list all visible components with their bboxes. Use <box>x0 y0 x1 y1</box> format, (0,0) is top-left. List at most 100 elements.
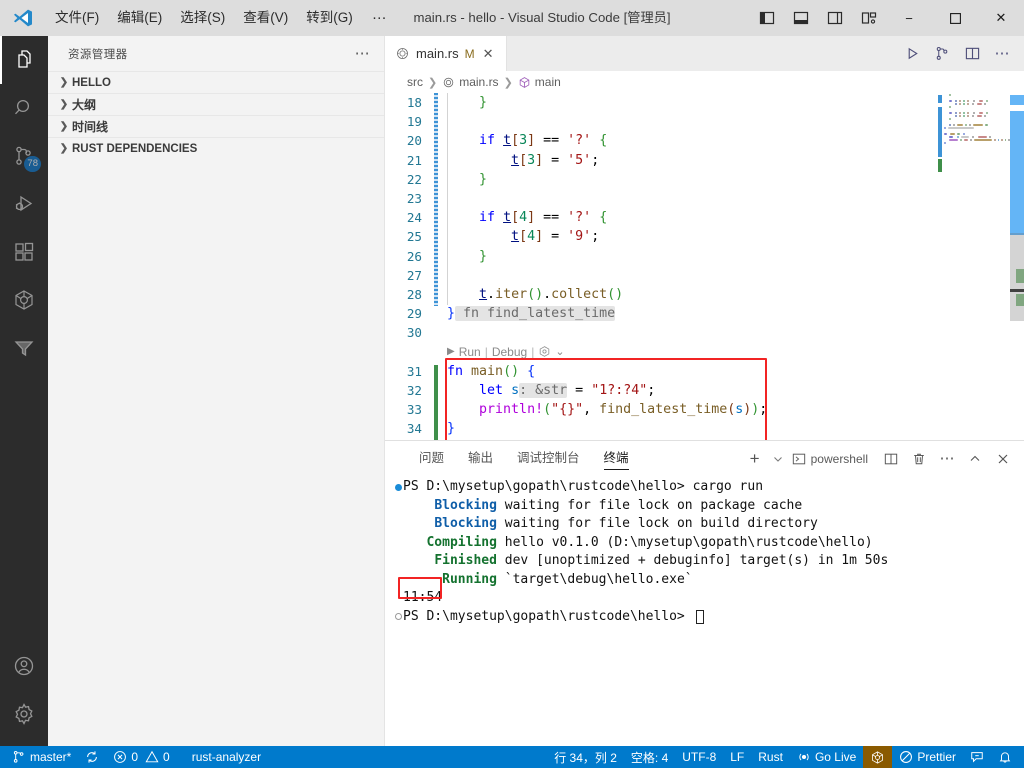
codelens-debug-link[interactable]: Debug <box>492 345 527 359</box>
chevron-down-icon[interactable]: ⌄ <box>555 345 564 358</box>
chevron-down-icon[interactable] <box>770 446 786 472</box>
code-line[interactable]: 34} <box>385 419 1024 438</box>
status-prettier[interactable]: Prettier <box>892 746 963 768</box>
activity-accounts[interactable] <box>0 642 48 690</box>
panel-tab-output[interactable]: 输出 <box>456 441 505 476</box>
status-sync[interactable] <box>78 746 106 768</box>
terminal-selector[interactable]: powershell <box>788 452 876 466</box>
menu-edit[interactable]: 编辑(E) <box>108 0 171 36</box>
breadcrumb-item-main-rs[interactable]: main.rs <box>442 75 499 89</box>
activity-source-control[interactable]: 78 <box>0 132 48 180</box>
window-maximize-button[interactable] <box>932 0 978 36</box>
code-line[interactable]: 32 let s: &str = "1?:?4"; <box>385 381 1024 400</box>
code-line-text: } fn find_latest_time <box>434 306 1024 322</box>
code-token: "{}" <box>551 401 584 417</box>
menu-more-button[interactable]: … <box>362 0 398 36</box>
plus-icon[interactable]: + <box>742 446 768 472</box>
status-indentation[interactable]: 空格: 4 <box>624 746 675 768</box>
code-line[interactable]: 18 } <box>385 93 1024 112</box>
code-line-text: t.iter().collect() <box>434 287 1024 302</box>
source-control-graph-icon[interactable] <box>928 36 956 71</box>
chevron-up-icon[interactable] <box>962 446 988 472</box>
ellipsis-icon[interactable]: ⋯ <box>988 36 1016 71</box>
sidebar-section-rust-dependencies[interactable]: ❯ RUST DEPENDENCIES <box>48 137 384 159</box>
status-rust-icon[interactable] <box>863 746 893 768</box>
toggle-panel-icon[interactable] <box>784 0 818 36</box>
code-token: 3 <box>519 133 528 149</box>
ellipsis-icon[interactable]: ⋯ <box>349 46 376 61</box>
activity-explorer[interactable] <box>0 36 48 84</box>
panel-tab-terminal[interactable]: 终端 <box>592 441 641 476</box>
editor-tab-main-rs[interactable]: main.rs M ✕ <box>385 36 507 71</box>
code-line[interactable]: 26 } <box>385 247 1024 266</box>
code-line[interactable]: 21 t[3] = '5'; <box>385 151 1024 170</box>
split-terminal-icon[interactable] <box>878 446 904 472</box>
activity-run-debug[interactable] <box>0 180 48 228</box>
run-code-button[interactable] <box>898 36 926 71</box>
code-line[interactable]: 25 t[4] = '9'; <box>385 227 1024 246</box>
menu-view[interactable]: 查看(V) <box>234 0 297 36</box>
activity-extensions[interactable] <box>0 228 48 276</box>
panel-tab-problems[interactable]: 问题 <box>407 441 456 476</box>
activity-rust-analyzer[interactable] <box>0 276 48 324</box>
code-line[interactable]: 23 <box>385 189 1024 208</box>
status-branch-label: master* <box>30 750 72 764</box>
code-line[interactable]: 30 <box>385 323 1024 342</box>
breadcrumb-item-src[interactable]: src <box>407 75 423 89</box>
toggle-secondary-sidebar-icon[interactable] <box>818 0 852 36</box>
status-language-mode[interactable]: Rust <box>751 746 790 768</box>
menu-selection[interactable]: 选择(S) <box>171 0 234 36</box>
menu-goto[interactable]: 转到(G) <box>297 0 362 36</box>
minimap[interactable] <box>938 93 1010 440</box>
scrollbar-thumb[interactable] <box>1010 233 1024 321</box>
status-go-live[interactable]: Go Live <box>790 746 863 768</box>
code-token: ] <box>527 133 536 149</box>
toggle-primary-sidebar-icon[interactable] <box>750 0 784 36</box>
code-line[interactable]: 28 t.iter().collect() <box>385 285 1024 304</box>
code-token: { <box>527 363 536 379</box>
trash-icon[interactable] <box>906 446 932 472</box>
terminal-line: 11:54 <box>385 589 1024 608</box>
code-line[interactable]: 33 println!("{}", find_latest_time(s)); <box>385 400 1024 419</box>
codelens-run-link[interactable]: Run <box>459 345 481 359</box>
menu-file[interactable]: 文件(F) <box>46 0 108 36</box>
terminal-output[interactable]: PS D:\mysetup\gopath\rustcode\hello> car… <box>385 476 1024 746</box>
code-line[interactable]: 27 <box>385 266 1024 285</box>
status-cursor-position[interactable]: 行 34，列 2 <box>547 746 624 768</box>
status-eol[interactable]: LF <box>723 746 751 768</box>
status-encoding[interactable]: UTF-8 <box>675 746 723 768</box>
status-feedback[interactable] <box>963 746 991 768</box>
play-small-icon[interactable]: ▶ <box>447 346 455 357</box>
customize-layout-icon[interactable] <box>852 0 886 36</box>
code-line[interactable]: 19 <box>385 112 1024 131</box>
close-icon[interactable]: ✕ <box>481 46 496 62</box>
sidebar-section-outline[interactable]: ❯ 大纲 <box>48 93 384 115</box>
split-editor-icon[interactable] <box>958 36 986 71</box>
status-problems[interactable]: 0 0 <box>106 746 176 768</box>
panel-tab-debug-console[interactable]: 调试控制台 <box>505 441 592 476</box>
code-editor[interactable]: 18 } 19 20 if t[3] == '?' {21 t[3] = '5'; 2… <box>385 93 1024 440</box>
breadcrumb-item-main[interactable]: main <box>518 75 561 89</box>
code-line[interactable]: 24 if t[4] == '?' { <box>385 208 1024 227</box>
window-close-button[interactable]: ✕ <box>978 0 1024 36</box>
activity-search[interactable] <box>0 84 48 132</box>
code-line[interactable]: 31 fn main() { <box>385 361 1024 380</box>
status-rust-analyzer[interactable]: rust-analyzer <box>185 746 268 768</box>
activity-todo-tree[interactable] <box>0 324 48 372</box>
status-branch[interactable]: master* <box>0 746 78 768</box>
ellipsis-icon[interactable]: ⋯ <box>934 446 960 472</box>
code-line[interactable]: 29} fn find_latest_time <box>385 304 1024 323</box>
status-notifications[interactable] <box>991 746 1024 768</box>
sidebar-section-timeline[interactable]: ❯ 时间线 <box>48 115 384 137</box>
rust-analyzer-small-icon[interactable] <box>538 345 551 358</box>
code-line[interactable]: 22 } <box>385 170 1024 189</box>
minimap-token <box>949 111 953 114</box>
window-minimize-button[interactable]: − <box>886 0 932 36</box>
code-line[interactable]: 20 if t[3] == '?' { <box>385 131 1024 150</box>
activity-settings[interactable] <box>0 690 48 738</box>
close-icon[interactable] <box>990 446 1016 472</box>
sidebar-section-hello[interactable]: ❯ HELLO <box>48 71 384 93</box>
editor-scrollbar[interactable] <box>1010 93 1024 440</box>
